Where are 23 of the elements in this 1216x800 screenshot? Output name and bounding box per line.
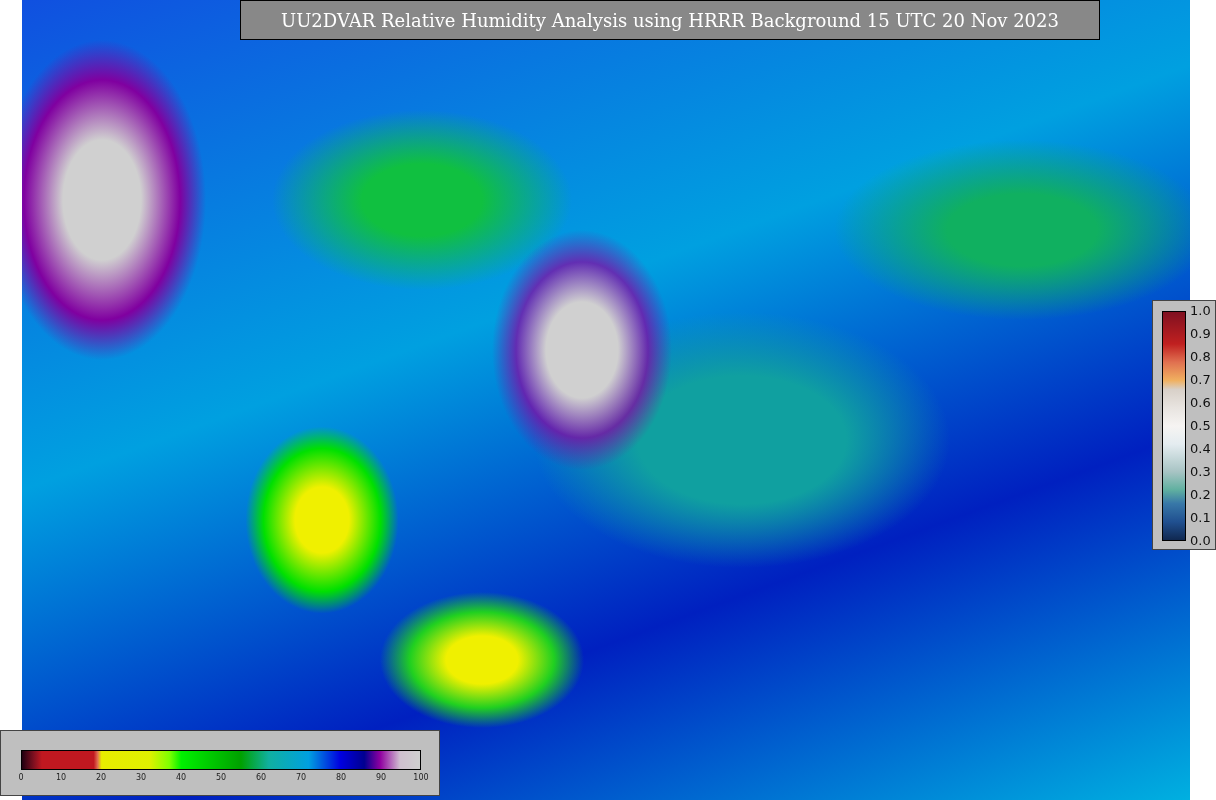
tick-label: 40	[175, 773, 187, 782]
tick-label: 70	[295, 773, 307, 782]
tick-label: 0.5	[1190, 418, 1211, 434]
tick-label: 0.6	[1190, 395, 1211, 411]
tick-label: 90	[375, 773, 387, 782]
tick-label: 80	[335, 773, 347, 782]
tick-label: 0.1	[1190, 510, 1211, 526]
tick-label: 0.0	[1190, 533, 1211, 549]
tick-label: 1.0	[1190, 303, 1211, 319]
tick-label: 20	[95, 773, 107, 782]
tick-label: 100	[413, 773, 429, 782]
tick-label: 60	[255, 773, 267, 782]
tick-label: 0.7	[1190, 372, 1211, 388]
tick-label: 0.9	[1190, 326, 1211, 342]
map-title: UU2DVAR Relative Humidity Analysis using HRRR Background 15 UTC 20 Nov 2023	[240, 0, 1100, 40]
tick-label: 10	[55, 773, 67, 782]
tick-label: 0.4	[1190, 441, 1211, 457]
tick-label: 50	[215, 773, 227, 782]
tick-label: 30	[135, 773, 147, 782]
tick-label: 0	[18, 773, 24, 782]
tick-label: 0.3	[1190, 464, 1211, 480]
tick-label: 0.8	[1190, 349, 1211, 365]
tick-label: 0.2	[1190, 487, 1211, 503]
